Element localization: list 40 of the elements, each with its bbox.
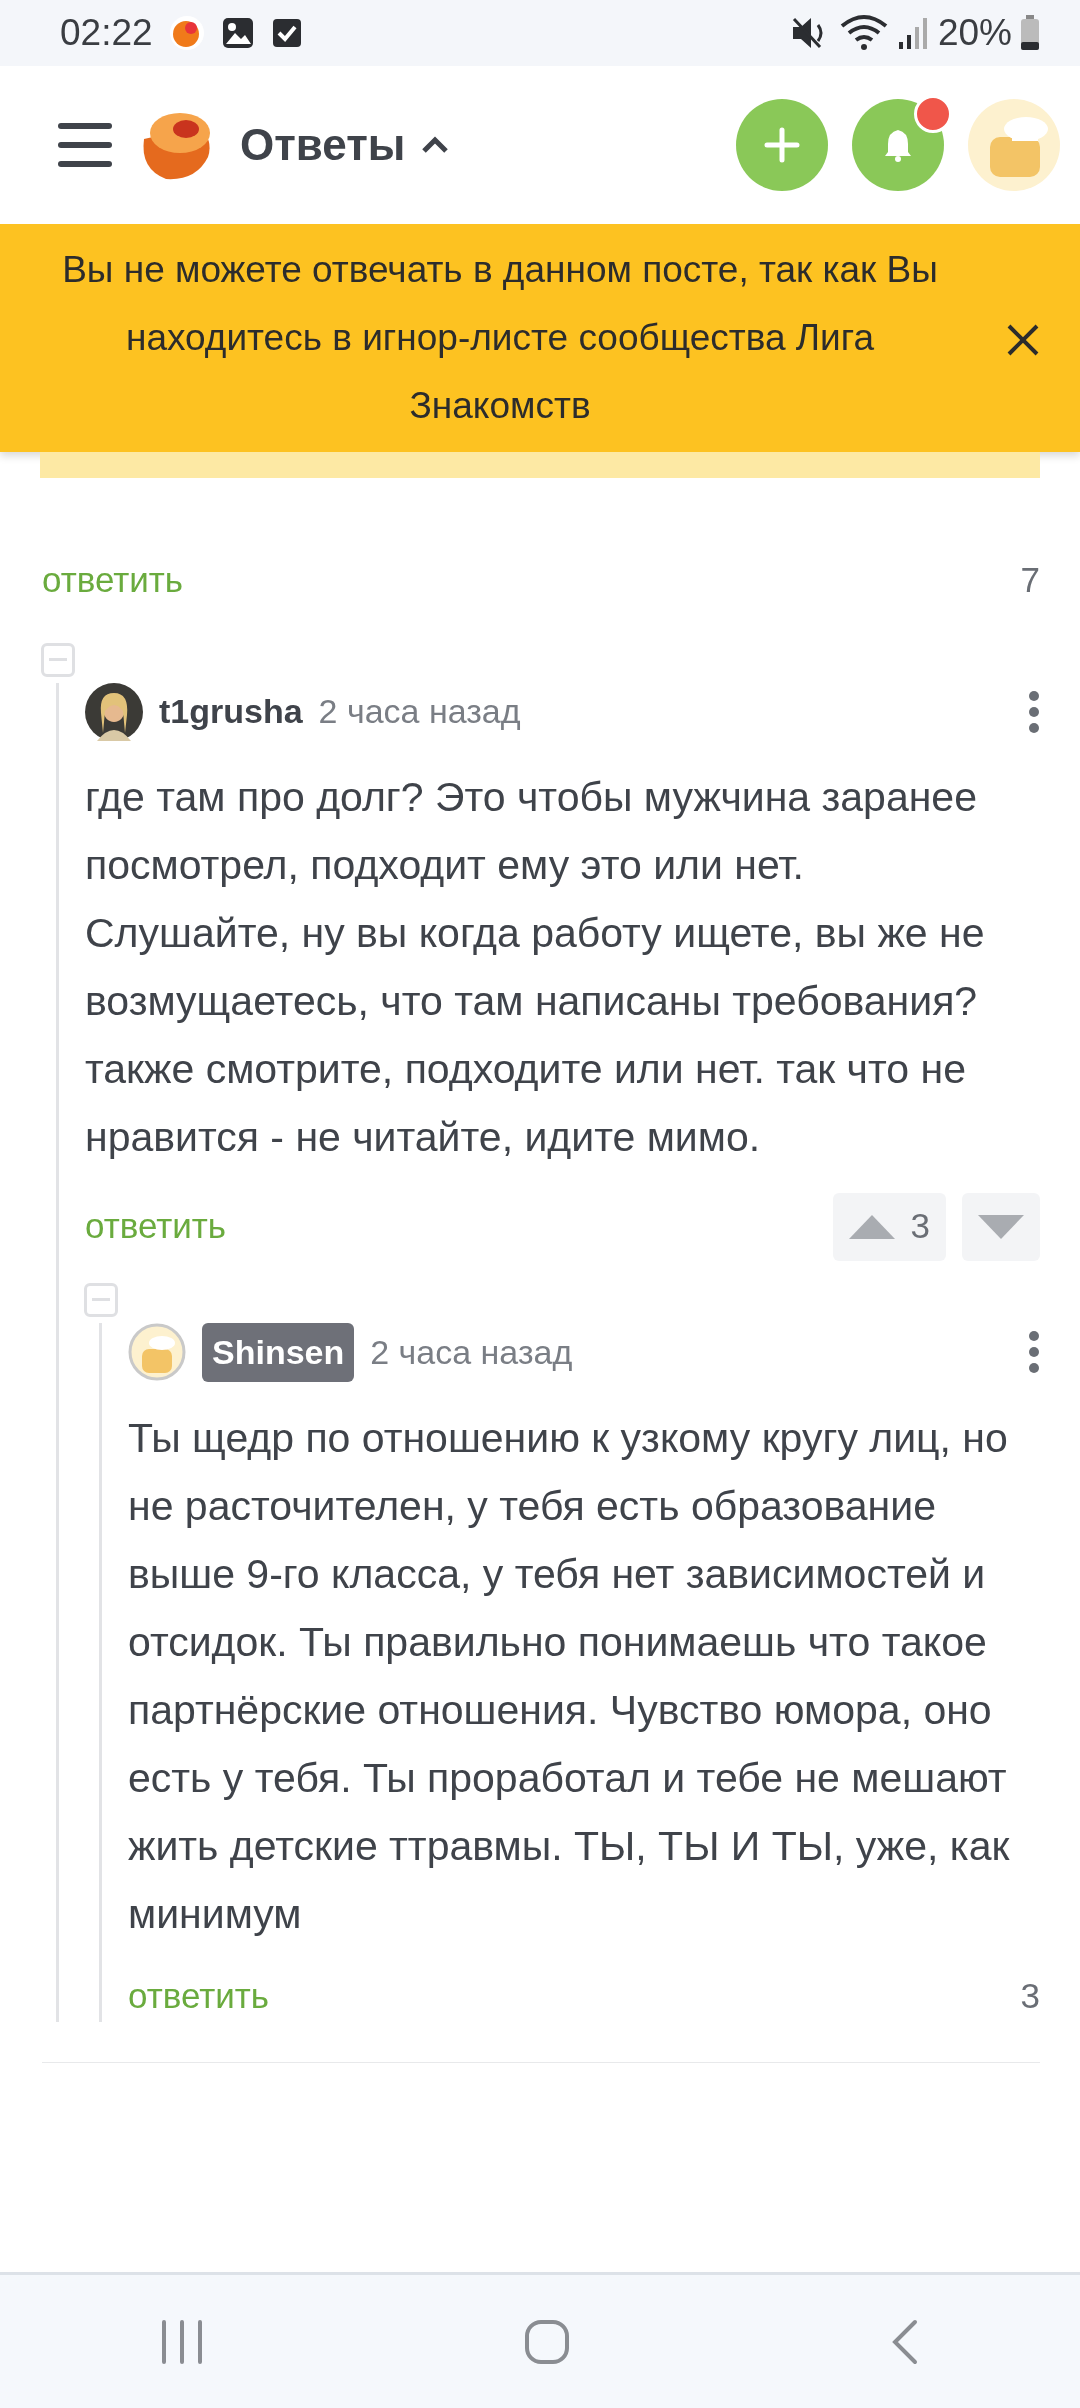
- section-dropdown[interactable]: Ответы: [240, 112, 450, 178]
- image-icon: [220, 16, 255, 50]
- user-avatar[interactable]: [85, 682, 143, 741]
- reply-link[interactable]: ответить: [85, 1200, 227, 1253]
- battery-percent: 20%: [937, 11, 1012, 56]
- upvote-button[interactable]: 3: [832, 1192, 946, 1261]
- reply-link[interactable]: ответить: [42, 554, 184, 607]
- comment-time: 2 часа назад: [318, 691, 521, 732]
- up-arrow-icon: [848, 1214, 895, 1239]
- more-icon: [1028, 689, 1040, 734]
- comment-time: 2 часа назад: [370, 1331, 573, 1373]
- reply-link[interactable]: ответить: [128, 1969, 270, 2022]
- author-badge[interactable]: Shinsen: [202, 1322, 355, 1382]
- checkbox-icon: [270, 17, 303, 49]
- author-name[interactable]: t1grusha: [159, 686, 303, 737]
- comment-count: 7: [1020, 559, 1040, 601]
- rating-count: 3: [1020, 1974, 1040, 2017]
- home-icon[interactable]: [524, 2318, 570, 2365]
- bell-icon: [883, 128, 913, 162]
- status-time: 02:22: [60, 11, 153, 56]
- caret-icon: [421, 136, 450, 154]
- recent-apps-icon[interactable]: [160, 2319, 203, 2364]
- downvote-button[interactable]: [962, 1192, 1040, 1261]
- more-button[interactable]: [1028, 689, 1040, 734]
- close-icon: [1006, 323, 1040, 358]
- more-button[interactable]: [1028, 1330, 1040, 1374]
- menu-icon: [58, 123, 112, 167]
- back-icon[interactable]: [891, 2318, 920, 2365]
- plus-icon: [764, 127, 800, 163]
- app-notification-icon: [168, 15, 205, 51]
- more-icon: [1028, 1330, 1040, 1374]
- minus-icon: [92, 1297, 110, 1302]
- signal-icon: [897, 16, 930, 50]
- comment-text: где там про долг? Это чтобы мужчина заранее посмотрел, подходит ему это или нет. Слушайте, ну вы когда работу ищете, вы же не возмущаетесь, что там написаны требования? также смотрите, подходите или нет. так что не нравится - не читайте, идите мимо.: [85, 772, 986, 1162]
- minus-icon: [49, 657, 67, 662]
- menu-button[interactable]: [58, 123, 112, 167]
- battery-icon: [1020, 15, 1040, 51]
- down-arrow-icon: [978, 1214, 1024, 1239]
- comment-text: Ты щедр по отношению к узкому кругу лиц, но не расточителен, у тебя есть образование выше 9-го класса, у тебя нет зависимостей и отсидок. Ты правильно понимаешь что такое партнёрские отношения. Чувство юмора, оно есть у тебя. Ты проработал и тебе не мешают жить детские ттравмы. ТЫ, ТЫ И ТЫ, уже, как минимум: [128, 1413, 1011, 1939]
- banner-message: Вы не можете отвечать в данном посте, так как Вы находитесь в игнор-листе сообщества Лига Знакомств: [61, 248, 939, 428]
